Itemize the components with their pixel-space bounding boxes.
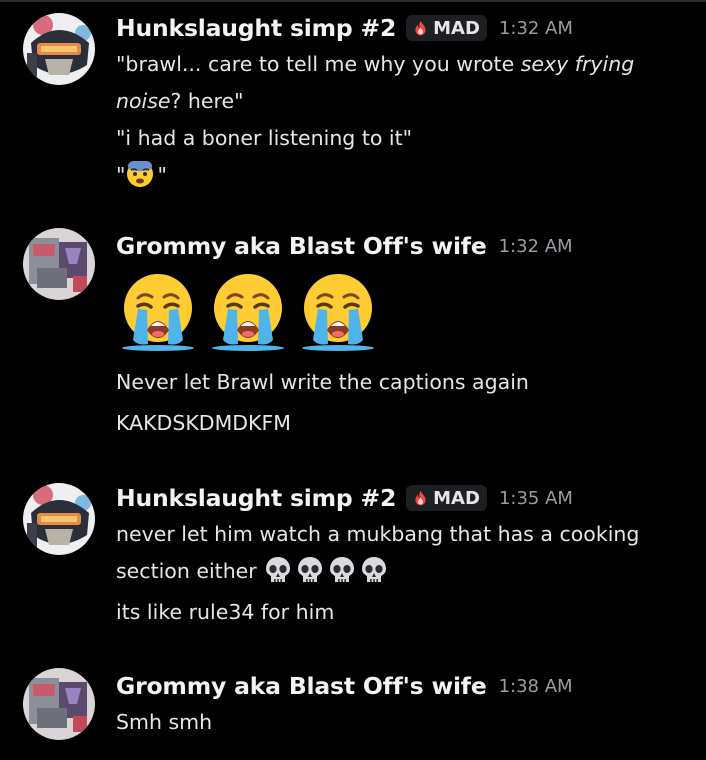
avatar-hunkslaught[interactable] (23, 13, 95, 85)
author-name[interactable]: Grommy aka Blast Off's wife (116, 672, 487, 700)
message-line: section either (116, 553, 696, 590)
message-header: Hunkslaught simp #2 MAD 1:35 AM (116, 480, 696, 516)
timestamp: 1:32 AM (498, 235, 573, 257)
avatar-grommy[interactable] (23, 228, 95, 300)
jumbo-emoji-row (116, 268, 696, 352)
timestamp: 1:38 AM (498, 675, 573, 697)
server-tag-label: MAD (433, 487, 480, 509)
message-line: noise? here" (116, 89, 244, 113)
message-line: never let him watch a mukbang that has a… (116, 522, 640, 546)
skull-emoji[interactable] (359, 555, 389, 585)
fire-icon (412, 20, 429, 37)
fearful-face-emoji[interactable] (125, 159, 155, 189)
message-line: its like rule34 for him (116, 600, 335, 624)
message-line: Never let Brawl write the captions again (116, 370, 529, 394)
avatar-hunkslaught[interactable] (23, 483, 95, 555)
message-line: "brawl... care to tell me why you wrote … (116, 52, 635, 76)
message-line: KAKDSKDMDKFM (116, 411, 291, 435)
top-divider (0, 0, 706, 2)
server-tag[interactable]: MAD (406, 15, 487, 41)
author-name[interactable]: Hunkslaught simp #2 (116, 14, 396, 42)
loudly-crying-face-emoji[interactable] (296, 268, 380, 352)
message-header: Hunkslaught simp #2 MAD 1:32 AM (116, 10, 696, 46)
skull-emoji[interactable] (295, 555, 325, 585)
italic-text: noise (116, 89, 171, 113)
timestamp: 1:35 AM (498, 487, 573, 509)
timestamp: 1:32 AM (498, 17, 573, 39)
loudly-crying-face-emoji[interactable] (116, 268, 200, 352)
loudly-crying-face-emoji[interactable] (206, 268, 290, 352)
author-name[interactable]: Hunkslaught simp #2 (116, 484, 396, 512)
server-tag[interactable]: MAD (406, 485, 487, 511)
italic-text: sexy frying (520, 52, 635, 76)
skull-emoji[interactable] (327, 555, 357, 585)
author-name[interactable]: Grommy aka Blast Off's wife (116, 232, 487, 260)
message-header: Grommy aka Blast Off's wife 1:32 AM (116, 228, 696, 264)
server-tag-label: MAD (433, 17, 480, 39)
message-line: " " (116, 157, 696, 194)
message-line: "i had a boner listening to it" (116, 126, 413, 150)
message-line: Smh smh (116, 710, 213, 734)
avatar-grommy[interactable] (23, 668, 95, 740)
fire-icon (412, 490, 429, 507)
message-header: Grommy aka Blast Off's wife 1:38 AM (116, 668, 696, 704)
skull-emoji[interactable] (263, 555, 293, 585)
